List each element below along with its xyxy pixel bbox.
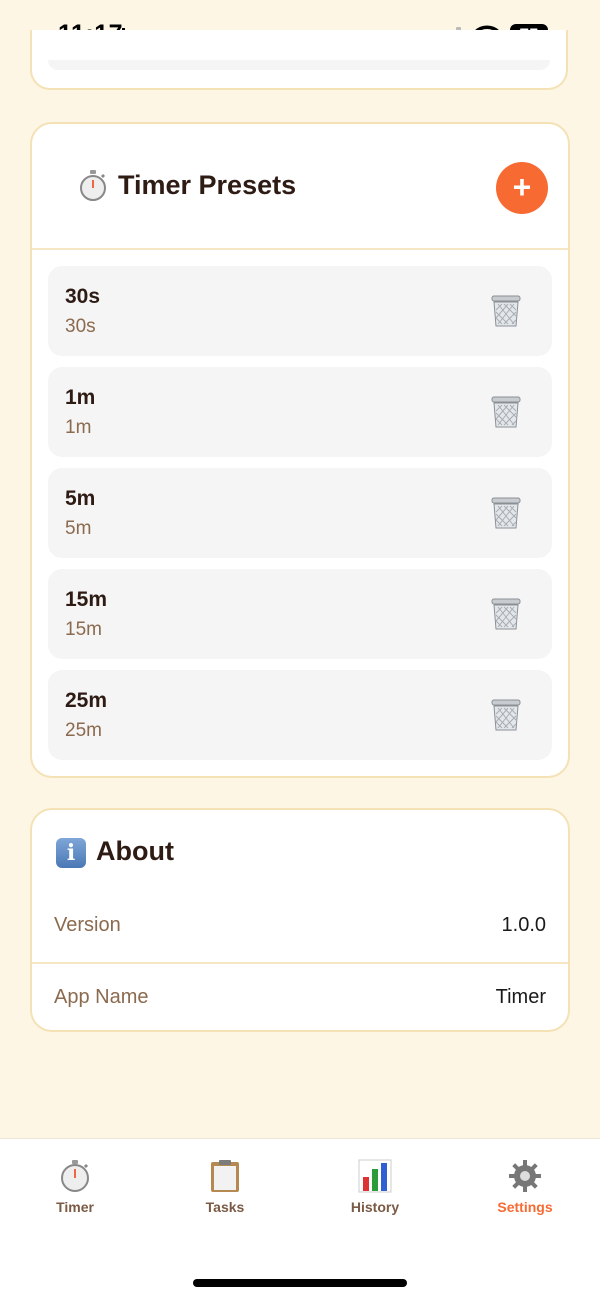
clipboard-icon (211, 1160, 239, 1192)
presets-title: Timer Presets (118, 170, 297, 200)
timer-presets-card: Timer Presets + 30s 30s 1m 1m 5m 5m 15m … (30, 122, 570, 778)
preset-name: 1m (65, 386, 96, 409)
tab-settings[interactable]: Settings (450, 1159, 600, 1215)
preset-duration: 5m (65, 518, 92, 539)
app-name-value: Timer (495, 986, 546, 1008)
trash-icon[interactable] (490, 496, 522, 530)
preset-list: 30s 30s 1m 1m 5m 5m 15m 15m 25m 25m (48, 266, 554, 771)
preset-duration: 30s (65, 316, 96, 337)
preset-item[interactable]: 15m 15m (48, 569, 552, 659)
gear-icon (509, 1160, 541, 1192)
preset-name: 25m (65, 689, 108, 712)
tab-label: Settings (497, 1199, 553, 1215)
preset-duration: 1m (65, 417, 92, 438)
tab-label: History (350, 1199, 400, 1215)
preset-duration: 15m (65, 619, 102, 640)
trash-icon[interactable] (490, 698, 522, 732)
preset-item[interactable]: 25m 25m (48, 670, 552, 760)
previous-settings-card (30, 30, 568, 90)
stopwatch-icon (80, 170, 106, 201)
app-name-label: App Name (54, 986, 149, 1008)
trash-icon[interactable] (490, 294, 522, 328)
preset-item[interactable]: 1m 1m (48, 367, 552, 457)
tab-label: Timer (56, 1199, 94, 1215)
trash-icon[interactable] (490, 395, 522, 429)
about-card: i About Version 1.0.0 App Name Timer (30, 808, 570, 1032)
app-name-row: App Name Timer (32, 964, 568, 1034)
previous-settings-row (48, 60, 550, 70)
tab-timer[interactable]: Timer (0, 1159, 150, 1215)
version-value: 1.0.0 (501, 914, 546, 936)
tab-history[interactable]: History (300, 1159, 450, 1215)
preset-duration: 25m (65, 720, 102, 741)
about-title: About (96, 836, 174, 866)
info-icon: i (56, 838, 86, 868)
stopwatch-icon (61, 1160, 89, 1192)
add-preset-button[interactable]: + (496, 162, 548, 214)
preset-item[interactable]: 30s 30s (48, 266, 552, 356)
tab-tasks[interactable]: Tasks (150, 1159, 300, 1215)
preset-name: 15m (65, 588, 108, 611)
preset-name: 30s (65, 285, 101, 308)
preset-name: 5m (65, 487, 96, 510)
presets-header: Timer Presets + (32, 124, 568, 250)
bar-chart-icon (358, 1159, 392, 1193)
version-label: Version (54, 914, 121, 936)
home-indicator (193, 1279, 407, 1287)
tab-bar: Timer Tasks History Settings (0, 1138, 600, 1299)
trash-icon[interactable] (490, 597, 522, 631)
tab-label: Tasks (205, 1199, 245, 1215)
version-row: Version 1.0.0 (32, 892, 568, 964)
preset-item[interactable]: 5m 5m (48, 468, 552, 558)
